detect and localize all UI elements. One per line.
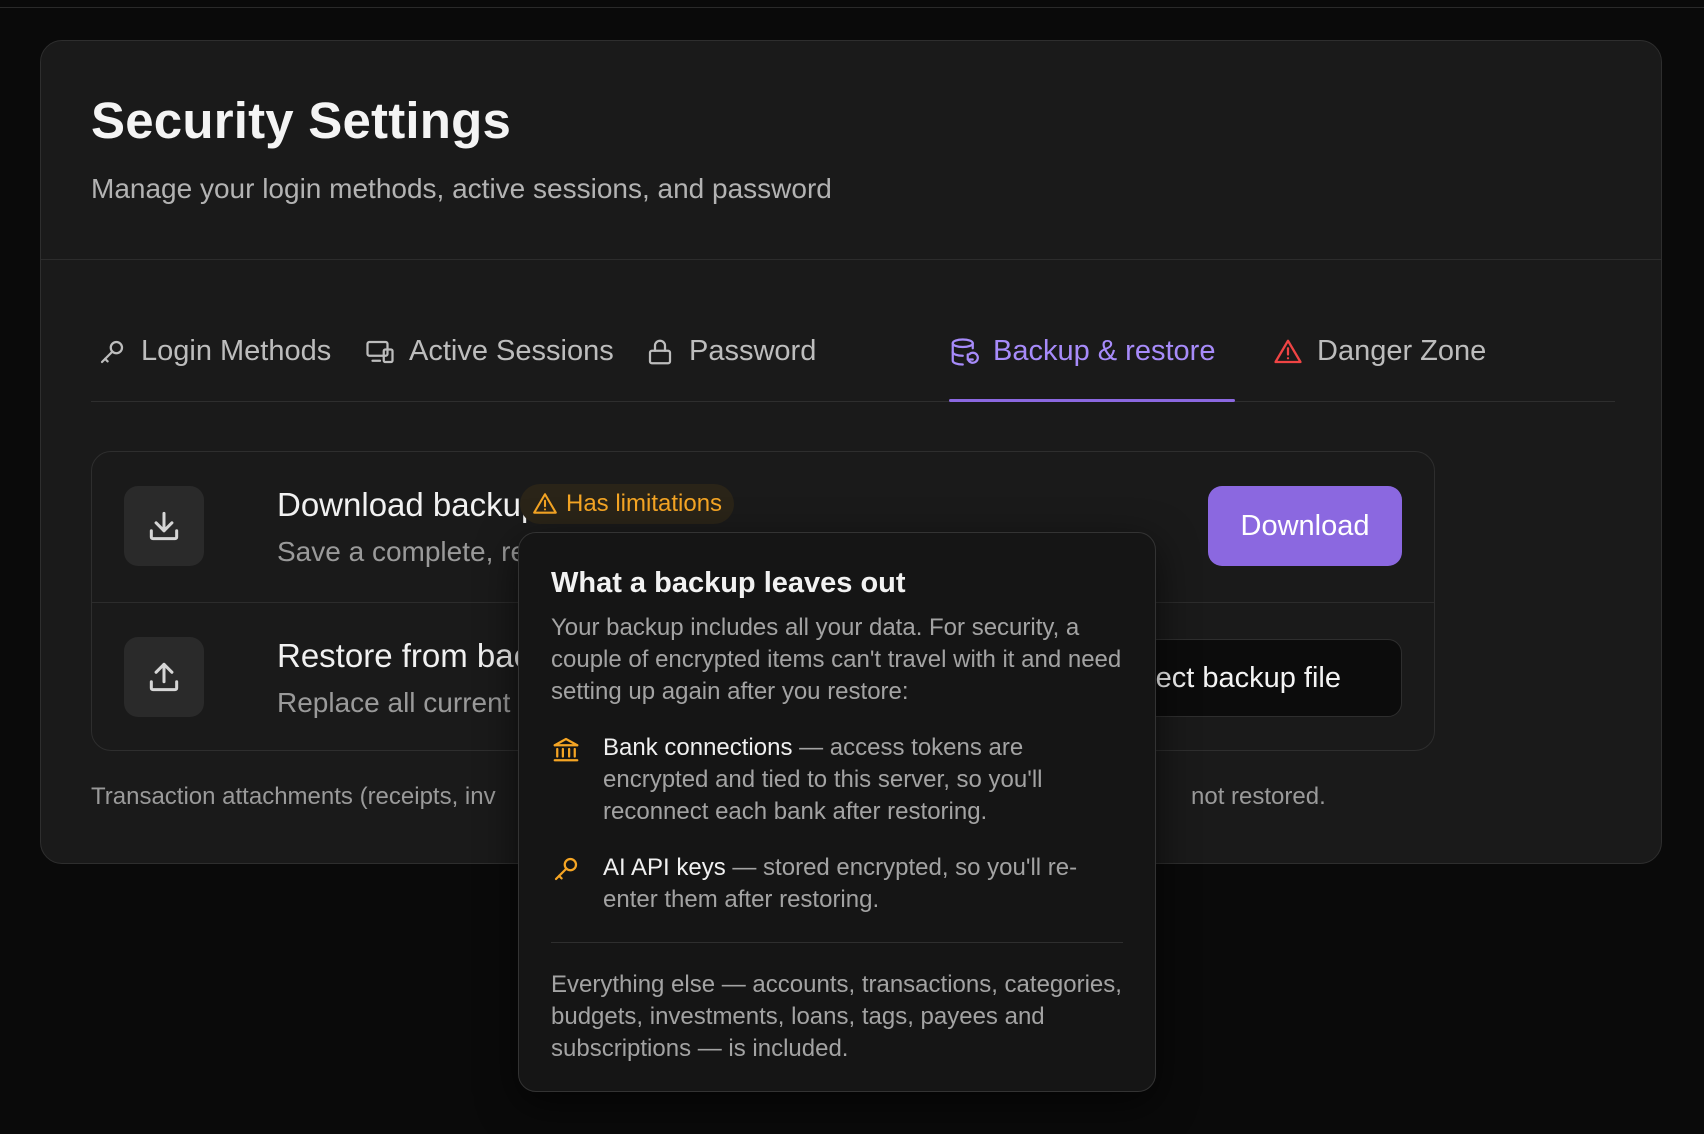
restore-backup-description: Replace all current dat bbox=[277, 687, 558, 718]
limitations-popover: What a backup leaves out Your backup inc… bbox=[518, 532, 1156, 1092]
warning-triangle-icon bbox=[1274, 339, 1302, 364]
key-icon bbox=[554, 857, 578, 881]
tab-label: Danger Zone bbox=[1317, 335, 1487, 367]
popover-item-bank-connections: Bank connections — access tokens are enc… bbox=[551, 732, 1123, 828]
lock-icon bbox=[648, 339, 672, 365]
download-icon bbox=[149, 511, 179, 541]
popover-item-label: AI API keys bbox=[603, 854, 726, 881]
key-icon bbox=[100, 340, 124, 364]
tab-backup-restore[interactable]: Backup & restore bbox=[949, 331, 1235, 402]
popover-item-label: Bank connections bbox=[603, 734, 793, 761]
top-divider bbox=[0, 7, 1704, 8]
database-backup-icon bbox=[951, 338, 979, 366]
popover-intro: Your backup includes all your data. For … bbox=[551, 614, 1122, 705]
tab-label: Password bbox=[689, 335, 817, 367]
bank-icon bbox=[553, 737, 579, 762]
warning-icon bbox=[533, 493, 557, 514]
tab-label: Login Methods bbox=[141, 335, 332, 367]
popover-item-ai-api-keys: AI API keys — stored encrypted, so you'l… bbox=[551, 852, 1123, 916]
popover-item-text: AI API keys — stored encrypted, so you'l… bbox=[603, 852, 1123, 916]
page-subtitle: Manage your login methods, active sessio… bbox=[91, 173, 832, 204]
upload-icon bbox=[149, 662, 179, 692]
badge-label: Has limitations bbox=[566, 490, 723, 517]
download-backup-title: Download backup bbox=[277, 486, 540, 523]
card-header: Security Settings Manage your login meth… bbox=[41, 41, 1661, 260]
popover-title: What a backup leaves out bbox=[551, 567, 906, 599]
tab-label: Backup & restore bbox=[993, 335, 1216, 367]
settings-tabs: Login Methods Active Sessions Password B… bbox=[91, 331, 1615, 402]
upload-icon-box bbox=[124, 637, 204, 717]
attachments-footnote: Transaction attachments (receipts, inv bbox=[91, 783, 496, 810]
tab-label: Active Sessions bbox=[409, 335, 614, 367]
download-icon-box bbox=[124, 486, 204, 566]
tab-danger-zone[interactable]: Danger Zone bbox=[1273, 331, 1486, 401]
page-title: Security Settings bbox=[91, 92, 512, 149]
popover-divider bbox=[551, 942, 1123, 943]
tab-active-sessions[interactable]: Active Sessions bbox=[365, 331, 614, 401]
popover-footer: Everything else — accounts, transactions… bbox=[551, 971, 1122, 1062]
tab-login-methods[interactable]: Login Methods bbox=[97, 331, 331, 401]
download-button[interactable]: Download bbox=[1208, 486, 1402, 566]
tab-password[interactable]: Password bbox=[645, 331, 816, 401]
has-limitations-badge[interactable]: Has limitations bbox=[520, 484, 735, 524]
popover-item-text: Bank connections — access tokens are enc… bbox=[603, 732, 1123, 828]
devices-icon bbox=[366, 340, 394, 364]
attachments-footnote-end: not restored. bbox=[1191, 783, 1326, 810]
